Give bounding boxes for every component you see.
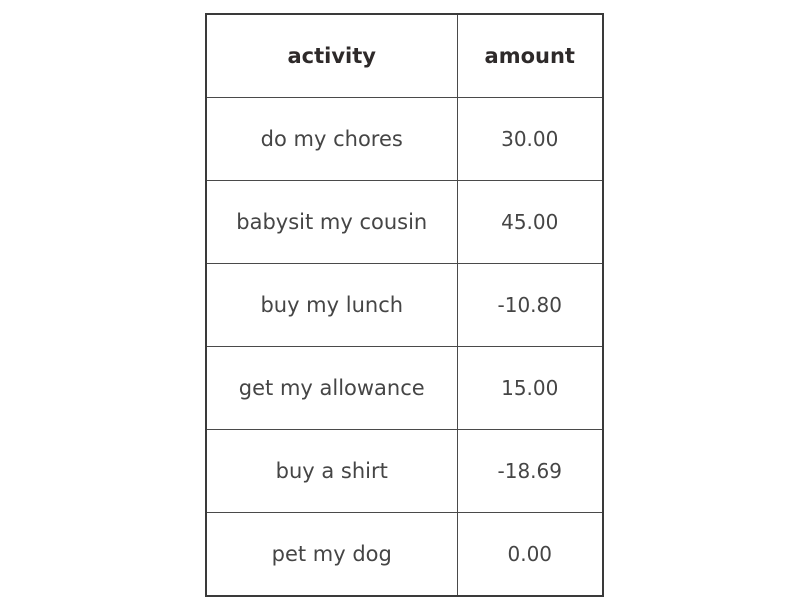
amount-cell: 30.00 <box>456 97 604 181</box>
table-row: pet my dog 0.00 <box>205 512 604 597</box>
table-row: buy a shirt -18.69 <box>205 429 604 513</box>
amount-cell: -10.80 <box>456 263 604 347</box>
table-container: activity amount do my chores 30.00 babys… <box>205 13 604 597</box>
table-row: buy my lunch -10.80 <box>205 263 604 347</box>
amount-cell: 0.00 <box>456 512 604 597</box>
column-header-activity: activity <box>205 13 458 98</box>
table-row: babysit my cousin 45.00 <box>205 180 604 264</box>
activity-cell: pet my dog <box>205 512 458 597</box>
activity-cell: buy a shirt <box>205 429 458 513</box>
activity-amount-table: activity amount do my chores 30.00 babys… <box>205 13 604 597</box>
table-row: get my allowance 15.00 <box>205 346 604 430</box>
table-row: do my chores 30.00 <box>205 97 604 181</box>
amount-cell: 45.00 <box>456 180 604 264</box>
activity-cell: get my allowance <box>205 346 458 430</box>
amount-cell: -18.69 <box>456 429 604 513</box>
amount-cell: 15.00 <box>456 346 604 430</box>
activity-cell: buy my lunch <box>205 263 458 347</box>
table-header-row: activity amount <box>205 13 604 98</box>
activity-cell: do my chores <box>205 97 458 181</box>
activity-cell: babysit my cousin <box>205 180 458 264</box>
column-header-amount: amount <box>456 13 604 98</box>
